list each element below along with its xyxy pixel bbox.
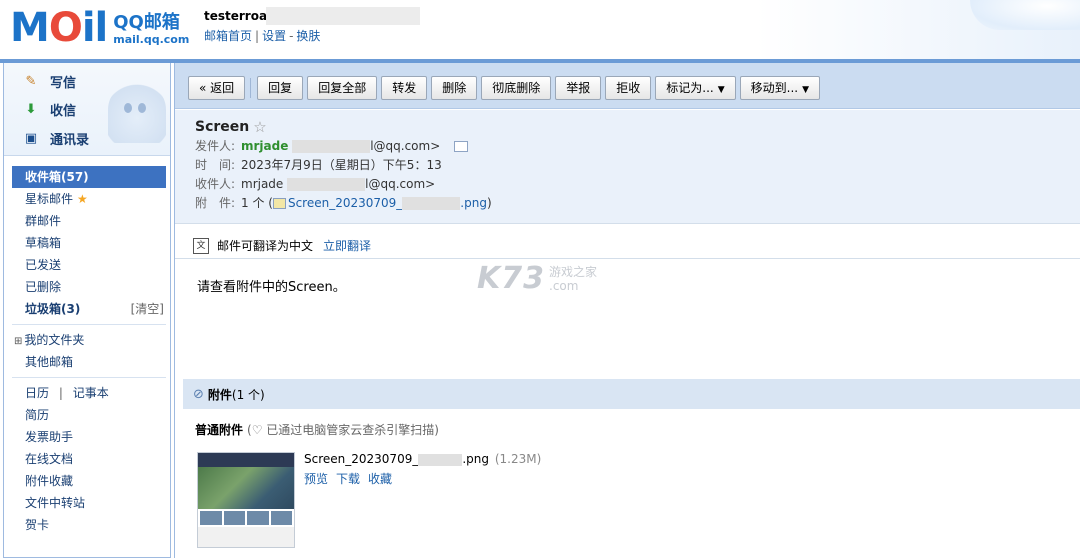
sidebar: ✎ 写信 ⬇ 收信 ▣ 通讯录 收件箱(57) 星标邮件 ★ 群邮件 草稿箱 已发…	[3, 63, 171, 558]
sidebar-item-other-mailbox[interactable]: 其他邮箱	[4, 351, 170, 373]
sidebar-item-calendar-notes: 日历 | 记事本	[25, 386, 109, 400]
translate-icon: 文	[193, 237, 209, 254]
attachment-actions: 预览 下载 收藏	[304, 470, 541, 487]
paperclip-icon: ⊘	[193, 386, 204, 402]
recipient-name: mrjade	[241, 177, 284, 191]
top-header: MOil QQ邮箱 mail.qq.com testerroad· 邮箱首页 | 设…	[0, 0, 1080, 60]
redacted-email	[266, 7, 420, 25]
sidebar-item-drafts[interactable]: 草稿箱	[4, 232, 170, 254]
delete-button[interactable]: 删除	[431, 76, 478, 100]
time-row: 时 间: 2023年7月9日（星期日）下午5：13	[195, 158, 442, 172]
sidebar-item-my-folders[interactable]: ⊞ 我的文件夹	[4, 329, 170, 351]
contact-card-icon: ▣	[24, 131, 38, 146]
contacts-button[interactable]: ▣ 通讯录	[22, 129, 89, 148]
change-skin-link[interactable]: 换肤	[296, 29, 320, 43]
redacted-recipient	[287, 178, 366, 191]
sender-row: 发件人: mrjade l@qq.com>	[195, 137, 1080, 156]
reply-all-button[interactable]: 回复全部	[307, 76, 378, 100]
inbox-download-icon: ⬇	[25, 102, 37, 117]
sidebar-item-resume[interactable]: 简历	[4, 404, 170, 426]
preview-link[interactable]: 预览	[304, 472, 328, 486]
sent-time: 2023年7月9日（星期日）下午5：13	[241, 158, 442, 172]
message-header: Screen ☆ 发件人: mrjade l@qq.com> 时 间: 2023年7…	[175, 110, 1080, 223]
notes-link[interactable]: 记事本	[73, 386, 109, 400]
message-body: 请查看附件中的Screen。	[197, 280, 346, 295]
attachment-row: 附 件: 1 个 (Screen_20230709_ .png)	[195, 196, 492, 210]
sender-name[interactable]: mrjade	[241, 139, 288, 153]
sidebar-item-cards[interactable]: 贺卡	[4, 514, 170, 536]
attachment-item: Screen_20230709_ .png (1.23M) 预览 下载 收藏	[195, 452, 1080, 552]
reject-button[interactable]: 拒收	[605, 76, 652, 100]
attachments-area: 普通附件 (♡ 已通过电脑管家云查杀引擎扫描) Screen_20230709_.…	[183, 409, 1080, 558]
cloud-decoration	[970, 0, 1080, 30]
logo-url: mail.qq.com	[113, 33, 190, 46]
recipient-row: 收件人: mrjade l@qq.com>	[195, 177, 436, 191]
mark-as-dropdown[interactable]: 标记为... ▼	[655, 76, 736, 100]
pencil-icon: ✎	[25, 74, 37, 89]
sidebar-item-deleted[interactable]: 已删除	[4, 276, 170, 298]
sidebar-item-inbox[interactable]: 收件箱(57)	[12, 166, 166, 188]
logo-wordmark: MOil	[10, 5, 108, 51]
mailbox-home-link[interactable]: 邮箱首页	[204, 29, 252, 43]
settings-link[interactable]: 设置	[262, 29, 286, 43]
attachment-name: Screen_20230709_ .png (1.23M)	[304, 452, 542, 466]
logo-brand: QQ邮箱	[113, 12, 180, 33]
reply-button[interactable]: 回复	[257, 76, 304, 100]
mail-reader: « 返回 回复 回复全部 转发 删除 彻底删除 举报 拒收 标记为... ▼ 移动…	[174, 63, 1080, 558]
contact-card-icon[interactable]	[454, 141, 469, 152]
sidebar-item-invoice[interactable]: 发票助手	[4, 426, 170, 448]
sidebar-item-online-docs[interactable]: 在线文档	[4, 448, 170, 470]
attachment-thumbnail[interactable]	[197, 452, 295, 548]
attachment-link[interactable]: Screen_20230709_ .png	[288, 196, 487, 210]
sidebar-item-file-transfer[interactable]: 文件中转站	[4, 492, 170, 514]
normal-attachments-label: 普通附件 (♡ 已通过电脑管家云查杀引擎扫描)	[195, 423, 439, 437]
top-links: 邮箱首页 | 设置 - 换肤	[204, 29, 321, 43]
star-outline-icon[interactable]: ☆	[253, 118, 266, 136]
translate-now-link[interactable]: 立即翻译	[323, 237, 371, 254]
sidebar-item-group[interactable]: 群邮件	[4, 210, 170, 232]
qq-mail-logo[interactable]: MOil QQ邮箱 mail.qq.com	[10, 6, 189, 48]
report-button[interactable]: 举报	[555, 76, 602, 100]
receive-mail-button[interactable]: ⬇ 收信	[22, 100, 76, 119]
sidebar-item-attach-fav[interactable]: 附件收藏	[4, 470, 170, 492]
sidebar-item-spam[interactable]: 垃圾箱(3) [清空]	[4, 298, 170, 320]
move-to-dropdown[interactable]: 移动到... ▼	[739, 76, 821, 100]
clean-spam-link[interactable]: [清空]	[131, 298, 164, 320]
favorite-link[interactable]: 收藏	[368, 472, 392, 486]
mail-toolbar: « 返回 回复 回复全部 转发 删除 彻底删除 举报 拒收 标记为... ▼ 移动…	[175, 63, 1080, 109]
back-button[interactable]: « 返回	[188, 76, 246, 100]
attachment-size: (1.23M)	[494, 452, 542, 466]
delete-permanently-button[interactable]: 彻底删除	[481, 76, 552, 100]
calendar-link[interactable]: 日历	[25, 386, 49, 400]
star-icon: ★	[77, 192, 88, 206]
redacted-sender	[292, 140, 371, 153]
write-mail-button[interactable]: ✎ 写信	[22, 72, 76, 91]
forward-button[interactable]: 转发	[381, 76, 428, 100]
compose-panel: ✎ 写信 ⬇ 收信 ▣ 通讯录	[4, 63, 170, 156]
chevron-down-icon: ▼	[802, 85, 810, 95]
folder-list: 收件箱(57) 星标邮件 ★ 群邮件 草稿箱 已发送 已删除 垃圾箱(3) [清空]…	[4, 156, 170, 536]
expand-icon[interactable]: ⊞	[14, 336, 22, 347]
attachments-header: ⊘ 附件 (1 个)	[183, 379, 1080, 409]
penguin-decoration	[108, 81, 166, 143]
translate-bar: 文 邮件可翻译为中文 立即翻译	[175, 223, 1080, 259]
image-file-icon	[272, 198, 286, 209]
sidebar-item-starred[interactable]: 星标邮件 ★	[4, 188, 170, 210]
k73-watermark: K73 游戏之家 .com	[477, 261, 598, 296]
chevron-down-icon: ▼	[717, 85, 725, 95]
message-subject: Screen ☆	[195, 118, 267, 136]
sidebar-item-sent[interactable]: 已发送	[4, 254, 170, 276]
download-link[interactable]: 下载	[336, 472, 360, 486]
